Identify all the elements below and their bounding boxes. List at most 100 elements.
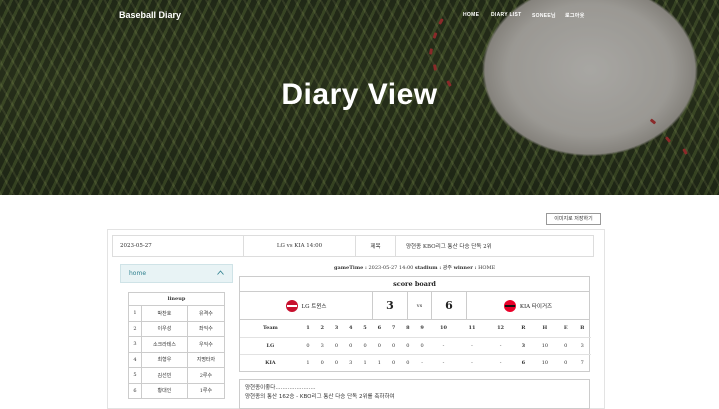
- stitch-mark: [429, 48, 433, 55]
- score-cell: 1: [372, 353, 387, 371]
- stitch-mark: [432, 32, 438, 39]
- score-cell: 1: [306, 325, 310, 332]
- score-cell: 4: [349, 325, 353, 332]
- kia-tigers-logo-icon: [503, 299, 516, 312]
- winner-label: winner :: [453, 265, 477, 271]
- team-cell: Team: [262, 325, 278, 332]
- score-cell: 6: [514, 353, 532, 371]
- stadium-value: 광주: [442, 265, 452, 271]
- scoreboard-title: score board: [240, 277, 589, 292]
- lineup-player: 최형우: [141, 351, 188, 368]
- nav-home[interactable]: HOME: [463, 12, 479, 18]
- stitch-mark: [438, 18, 444, 25]
- score-cell: 1: [357, 353, 373, 371]
- score-cell: -: [429, 353, 458, 371]
- table-row: 1 박찬호 유격수: [128, 305, 226, 322]
- lineup-player: 김선빈: [141, 367, 188, 384]
- lineup-position: 지명타자: [186, 351, 226, 368]
- winner-value: HOME: [478, 265, 496, 271]
- score-cell: 12: [497, 325, 505, 332]
- table-row: 4 최형우 지명타자: [128, 351, 226, 368]
- table-row: KIA 1 0 0 3 1 1 0 0- - - -6 10 0 7: [240, 353, 591, 371]
- away-team: LG 트윈스: [240, 299, 372, 312]
- diary-info-row: 2023-05-27 LG vs KIA 14:00 제목 양현종 KBO리그 …: [112, 235, 594, 257]
- home-team: KIA 타이거즈: [467, 299, 589, 312]
- score-cell: 0: [557, 353, 574, 371]
- game-meta: gameTime : 2023-05-27 14:00 stadium : 광주…: [334, 264, 495, 271]
- lineup-position: 2루수: [186, 367, 226, 384]
- score-cell: 3: [343, 353, 358, 371]
- lineup-position: 1루수: [186, 382, 226, 399]
- score-cell: -: [486, 336, 515, 354]
- lineup-number: 4: [128, 351, 142, 368]
- score-cell: 6: [377, 325, 382, 332]
- score-cell: 0: [414, 336, 430, 354]
- lineup-number: 1: [128, 305, 142, 322]
- lineup-number: 2: [128, 320, 142, 337]
- score-cell: 7: [391, 325, 396, 332]
- score-cell: 2: [320, 325, 324, 332]
- sidebar: home: [120, 264, 233, 283]
- save-image-button[interactable]: 이미지로 저장하기: [546, 213, 601, 225]
- diary-subject: 양현종 KBO리그 통산 다승 단독 2위: [406, 244, 492, 250]
- score-cell: 10: [531, 336, 558, 354]
- score-cell: 0: [300, 336, 316, 354]
- team-cell: LG: [240, 336, 301, 354]
- table-row: 2 이우성 좌익수: [128, 320, 226, 337]
- score-cell: -: [414, 353, 430, 371]
- lineup-player: 박찬호: [141, 305, 188, 322]
- score-cell: 3: [315, 336, 330, 354]
- score-cell: 1: [300, 353, 316, 371]
- lineup-player: 황대인: [141, 382, 188, 399]
- table-row: 3 소크라테스 우익수: [128, 336, 226, 353]
- score-cell: 0: [343, 336, 358, 354]
- stitch-mark: [649, 118, 657, 125]
- score-cell: 3: [334, 325, 339, 332]
- gametime-label: gameTime :: [334, 265, 367, 271]
- score-cell: 0: [400, 353, 415, 371]
- nav-user[interactable]: SONEE님: [532, 12, 556, 19]
- score-cell: -: [429, 336, 458, 354]
- gametime-value: 2023-05-27 14:00: [368, 265, 414, 271]
- nav-logout[interactable]: 로그아웃: [565, 12, 585, 19]
- stadium-label: stadium :: [414, 265, 442, 271]
- score-cell: 10: [531, 353, 558, 371]
- score-cell: 7: [573, 353, 591, 371]
- score-cell: 11: [468, 325, 476, 332]
- sidebar-accordion-home[interactable]: home: [120, 264, 233, 283]
- nav-diary-list[interactable]: DIARY LIST: [491, 12, 522, 18]
- lineup-position: 유격수: [186, 305, 226, 322]
- innings-table: Team 1 2 3 4 5 6 7 8 9 10 11 12 R H E B LG 0 3 0 0 0 0 0 0 0- - -3 10…: [240, 320, 591, 371]
- score-cell: 5: [363, 325, 367, 332]
- diary-date: 2023-05-27: [113, 236, 244, 256]
- content-line: 양현종이좋다.......................: [245, 385, 316, 391]
- diary-content: 양현종이좋다....................... 양현종의 통산 16…: [239, 379, 590, 409]
- away-score: 3: [372, 291, 408, 320]
- diary-match: LG vs KIA 14:00: [244, 236, 356, 256]
- score-cell: -: [457, 336, 487, 354]
- away-team-name: LG 트윈스: [301, 303, 327, 310]
- lineup-number: 5: [128, 367, 142, 384]
- lineup-number: 3: [128, 336, 142, 353]
- score-cell: 3: [514, 336, 532, 354]
- score-cell: 0: [386, 353, 401, 371]
- stitch-mark: [664, 136, 672, 143]
- sidebar-home-label: home: [129, 270, 147, 277]
- team-cell: KIA: [240, 353, 301, 371]
- score-cell: 0: [357, 336, 373, 354]
- page-title: Diary View: [281, 78, 438, 111]
- lineup-position: 좌익수: [186, 320, 226, 337]
- diary-subject-label: 제목: [356, 236, 396, 256]
- innings-header-row: Team 1 2 3 4 5 6 7 8 9 10 11 12 R H E B: [240, 320, 591, 337]
- vs-label: vs: [416, 302, 423, 309]
- table-row: 5 김선빈 2루수: [128, 367, 226, 384]
- brand-logo[interactable]: Baseball Diary: [119, 10, 181, 20]
- score-cell: 0: [386, 336, 401, 354]
- table-row: LG 0 3 0 0 0 0 0 0 0- - -3 10 0 3: [240, 336, 591, 354]
- score-cell: 10: [440, 325, 447, 332]
- score-cell: 0: [557, 336, 574, 354]
- score-cell: H: [542, 325, 548, 332]
- table-row: 6 황대인 1루수: [128, 382, 226, 399]
- score-cell: E: [563, 325, 568, 332]
- score-cell: 9: [420, 325, 424, 332]
